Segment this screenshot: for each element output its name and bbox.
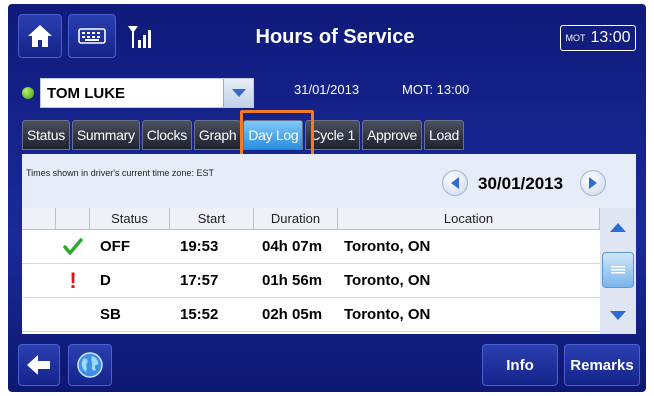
tab-load[interactable]: Load (424, 120, 464, 150)
arrow-left-icon (27, 355, 50, 375)
table-row[interactable]: OFF 19:53 04h 07m Toronto, ON (22, 230, 600, 264)
clock-display: MOT 13:00 (560, 25, 636, 51)
tab-summary[interactable]: Summary (71, 120, 140, 150)
driver-dropdown-arrow[interactable] (223, 79, 253, 107)
info-button[interactable]: Info (482, 344, 558, 386)
column-header-duration: Duration (254, 208, 338, 229)
row-location: Toronto, ON (344, 306, 431, 323)
tab-approve[interactable]: Approve (361, 120, 423, 150)
day-log-table: Status Start Duration Location OFF 19:53… (22, 208, 600, 334)
checkmark-icon (63, 237, 83, 255)
row-duration: 02h 05m (262, 306, 323, 323)
column-header-flag (56, 208, 90, 229)
home-button[interactable] (18, 14, 62, 58)
table-row[interactable]: ! D 17:57 01h 56m Toronto, ON (22, 264, 600, 298)
current-date: 31/01/2013 (294, 82, 360, 97)
log-date: 30/01/2013 (478, 174, 564, 193)
row-flag-cell (56, 298, 90, 332)
triangle-up-icon (610, 222, 626, 232)
row-start: 15:52 (180, 306, 219, 323)
chevron-down-icon (231, 89, 246, 97)
keyboard-icon (78, 28, 106, 44)
clock-time: 13:00 (590, 29, 631, 46)
column-header-status: Status (90, 208, 170, 229)
row-status: SB (100, 306, 121, 323)
tab-clocks[interactable]: Clocks (141, 120, 192, 150)
driver-name: TOM LUKE (47, 84, 126, 102)
row-duration: 01h 56m (262, 272, 323, 289)
row-select-cell (22, 298, 56, 332)
driver-dropdown[interactable]: TOM LUKE (40, 78, 254, 108)
row-select-cell (22, 230, 56, 264)
tab-status[interactable]: Status (22, 120, 70, 150)
clock-timezone: MOT (565, 33, 586, 43)
row-status: D (100, 272, 111, 289)
home-icon (28, 25, 52, 47)
table-header: Status Start Duration Location (22, 208, 600, 230)
scroll-up-button[interactable] (602, 212, 634, 242)
hos-screen: Hours of Service MOT 13:00 TOM LUKE 31/0… (8, 4, 646, 392)
exclamation-icon: ! (69, 267, 77, 293)
row-select-cell (22, 264, 56, 298)
column-header-select (22, 208, 56, 229)
driver-status-indicator (22, 87, 34, 99)
current-mot-time: MOT: 13:00 (402, 82, 470, 97)
keyboard-button[interactable] (68, 14, 116, 58)
globe-icon (77, 352, 103, 378)
day-log-panel: Times shown in driver's current time zon… (22, 154, 636, 334)
signal-icon (128, 26, 151, 48)
triangle-down-icon (610, 310, 626, 320)
row-location: Toronto, ON (344, 272, 431, 289)
row-start: 19:53 (180, 238, 219, 255)
page-title: Hours of Service (255, 26, 415, 48)
row-status: OFF (100, 238, 130, 255)
tab-bar: Status Summary Clocks Graph Day Log Cycl… (22, 120, 464, 150)
table-row[interactable]: SB 15:52 02h 05m Toronto, ON (22, 298, 600, 332)
column-header-location: Location (338, 208, 600, 229)
row-flag-cell (56, 230, 90, 264)
back-button[interactable] (18, 344, 60, 386)
previous-day-button[interactable] (442, 170, 468, 196)
tab-day-log[interactable]: Day Log (243, 120, 304, 150)
grip-icon (611, 266, 625, 274)
scroll-thumb[interactable] (602, 252, 634, 288)
row-duration: 04h 07m (262, 238, 323, 255)
column-header-start: Start (170, 208, 254, 229)
row-location: Toronto, ON (344, 238, 431, 255)
tab-graph[interactable]: Graph (193, 120, 242, 150)
row-flag-cell: ! (56, 264, 90, 298)
scroll-down-button[interactable] (602, 300, 634, 330)
remarks-button[interactable]: Remarks (564, 344, 640, 386)
globe-button[interactable] (68, 344, 112, 386)
timezone-note: Times shown in driver's current time zon… (26, 168, 214, 178)
chevron-left-icon (451, 177, 459, 189)
table-scrollbar[interactable] (600, 208, 636, 334)
row-start: 17:57 (180, 272, 219, 289)
chevron-right-icon (589, 177, 597, 189)
tab-cycle-1[interactable]: Cycle 1 (305, 120, 360, 150)
next-day-button[interactable] (580, 170, 606, 196)
